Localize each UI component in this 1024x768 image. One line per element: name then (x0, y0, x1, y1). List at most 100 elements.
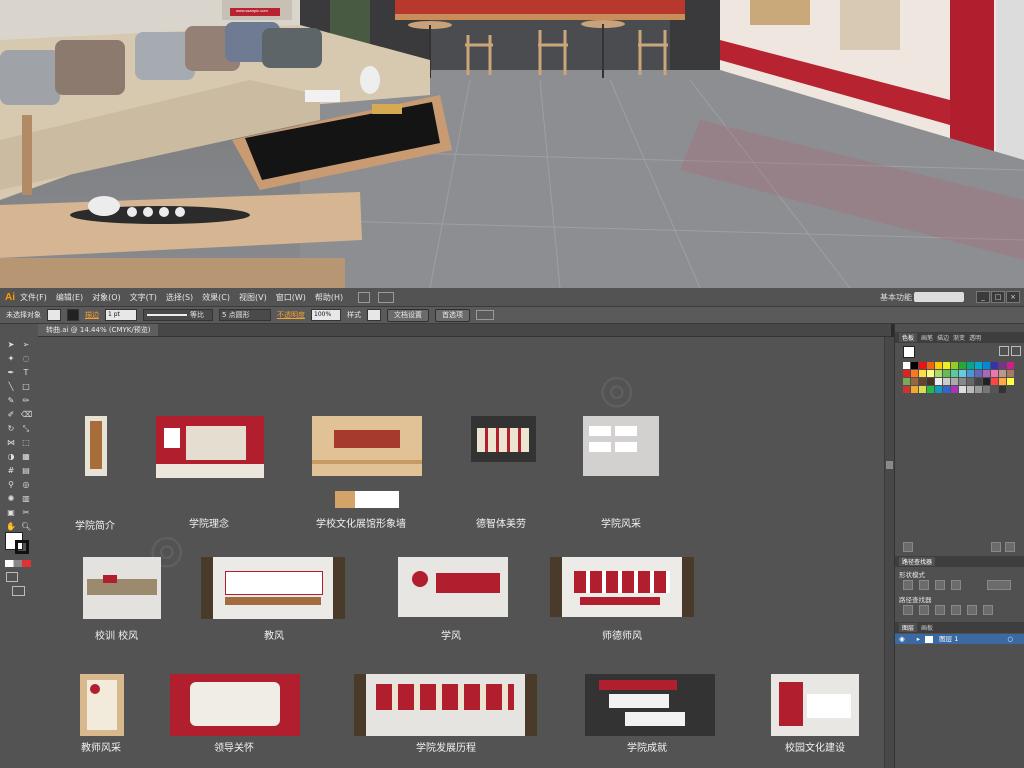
zoom-tool-icon[interactable]: 🔍︎ (21, 522, 31, 532)
artboard-motto-spirit[interactable] (83, 557, 161, 619)
color-swatch[interactable] (911, 386, 918, 393)
artboard-achievements[interactable] (585, 674, 715, 736)
color-swatch[interactable] (999, 362, 1006, 369)
symbol-sprayer-tool-icon[interactable]: ✺ (6, 494, 16, 504)
line-tool-icon[interactable]: ╲ (6, 382, 16, 392)
eraser-tool-icon[interactable]: ⌫ (21, 410, 32, 420)
swatch-list-view-icon[interactable] (999, 346, 1009, 356)
tab-layers[interactable]: 图层 (899, 623, 918, 632)
tab-gradient[interactable]: 渐变 (953, 333, 965, 342)
color-swatch[interactable] (935, 370, 942, 377)
color-swatch[interactable] (919, 386, 926, 393)
color-swatch[interactable] (903, 362, 910, 369)
stroke-color-box[interactable] (15, 540, 29, 554)
menu-select[interactable]: 选择(S) (166, 292, 193, 303)
variable-width-profile[interactable]: 等比 (143, 309, 213, 321)
selection-tool-icon[interactable]: ➤ (6, 340, 16, 350)
menu-edit[interactable]: 编辑(E) (56, 292, 83, 303)
swatch-library-icon[interactable] (903, 542, 913, 552)
rectangle-tool-icon[interactable]: □ (21, 382, 31, 392)
tab-artboards[interactable]: 画板 (921, 623, 933, 632)
color-swatch[interactable] (975, 386, 982, 393)
minus-front-icon[interactable] (919, 580, 929, 590)
artboard-leadership-care[interactable] (170, 674, 300, 736)
color-mode-buttons[interactable] (5, 560, 31, 567)
artboard-college-philosophy[interactable] (156, 416, 264, 478)
color-swatch[interactable] (967, 386, 974, 393)
stroke-swatch[interactable] (67, 309, 79, 321)
color-swatch[interactable] (983, 378, 990, 385)
color-swatch[interactable] (927, 378, 934, 385)
color-swatch[interactable] (943, 370, 950, 377)
gradient-tool-icon[interactable]: ▤ (21, 466, 31, 476)
color-swatch[interactable] (919, 378, 926, 385)
delete-swatch-icon[interactable] (1005, 542, 1015, 552)
color-swatch[interactable] (991, 362, 998, 369)
layer-name[interactable]: 图层 1 (939, 635, 958, 643)
scale-tool-icon[interactable]: ⤡ (21, 424, 31, 434)
layer-row[interactable]: ◉ ▸ 图层 1 ○ (895, 634, 1024, 644)
minus-back-icon[interactable] (983, 605, 993, 615)
tab-stroke[interactable]: 描边 (937, 333, 949, 342)
stroke-weight-field[interactable]: 1 pt (105, 309, 137, 321)
menu-file[interactable]: 文件(F) (20, 292, 47, 303)
artboard-five-virtues[interactable] (471, 416, 536, 462)
paintbrush-tool-icon[interactable]: ✎ (6, 396, 16, 406)
artboard-culture-hall-wall[interactable] (312, 416, 422, 476)
artboard-tool-icon[interactable]: ▣ (6, 508, 16, 518)
color-swatch[interactable] (975, 378, 982, 385)
pen-tool-icon[interactable]: ✒ (6, 368, 16, 378)
tab-pathfinder[interactable]: 路径查找器 (899, 557, 936, 566)
layer-expand-icon[interactable]: ▸ (917, 635, 920, 643)
slice-tool-icon[interactable]: ✂ (21, 508, 31, 518)
menu-type[interactable]: 文字(T) (130, 292, 157, 303)
align-options-icon[interactable] (476, 310, 494, 320)
opacity-field[interactable]: 100% (311, 309, 341, 321)
fill-swatch[interactable] (47, 309, 61, 321)
trim-icon[interactable] (919, 605, 929, 615)
color-swatch[interactable] (903, 378, 910, 385)
maximize-button[interactable]: □ (991, 291, 1005, 303)
color-swatch[interactable] (1007, 362, 1014, 369)
document-setup-button[interactable]: 文档设置 (387, 308, 429, 322)
column-graph-tool-icon[interactable]: ▥ (21, 494, 31, 504)
intersect-icon[interactable] (935, 580, 945, 590)
blend-tool-icon[interactable]: ◎ (21, 480, 31, 490)
arrange-documents-icon[interactable] (378, 291, 395, 303)
color-swatch[interactable] (975, 362, 982, 369)
stroke-label[interactable]: 描边 (85, 310, 99, 320)
color-swatch[interactable] (959, 378, 966, 385)
color-swatch[interactable] (967, 362, 974, 369)
color-swatch[interactable] (943, 386, 950, 393)
color-swatch[interactable] (991, 386, 998, 393)
mesh-tool-icon[interactable]: # (6, 466, 16, 476)
color-swatch[interactable] (935, 386, 942, 393)
color-swatch[interactable] (927, 386, 934, 393)
menu-object[interactable]: 对象(O) (92, 292, 121, 303)
rotate-tool-icon[interactable]: ↻ (6, 424, 16, 434)
perspective-grid-tool-icon[interactable]: ▦ (21, 452, 31, 462)
blob-brush-tool-icon[interactable]: ✐ (6, 410, 16, 420)
artboard-study-style[interactable] (398, 557, 508, 617)
color-swatch[interactable] (935, 378, 942, 385)
color-swatch[interactable] (903, 386, 910, 393)
canvas[interactable]: ◎ ◎ ◎ 学院简介 学院理念 学校文化展馆形象墙 德智体美劳 学院风采 校训 … (38, 337, 884, 768)
color-swatch[interactable] (999, 378, 1006, 385)
color-swatch[interactable] (951, 362, 958, 369)
swatch-grid-view-icon[interactable] (1011, 346, 1021, 356)
free-transform-tool-icon[interactable]: ⬚ (21, 438, 31, 448)
menu-effect[interactable]: 效果(C) (202, 292, 230, 303)
color-swatch[interactable] (991, 378, 998, 385)
color-swatch[interactable] (983, 370, 990, 377)
color-swatch[interactable] (919, 362, 926, 369)
pencil-tool-icon[interactable]: ✏ (21, 396, 31, 406)
scrollbar-thumb[interactable] (886, 461, 893, 469)
menu-view[interactable]: 视图(V) (239, 292, 267, 303)
crop-icon[interactable] (951, 605, 961, 615)
color-swatch[interactable] (911, 370, 918, 377)
color-swatch[interactable] (959, 362, 966, 369)
shape-builder-tool-icon[interactable]: ◑ (6, 452, 16, 462)
color-swatch[interactable] (983, 362, 990, 369)
width-tool-icon[interactable]: ⋈ (6, 438, 16, 448)
color-swatch[interactable] (1007, 378, 1014, 385)
